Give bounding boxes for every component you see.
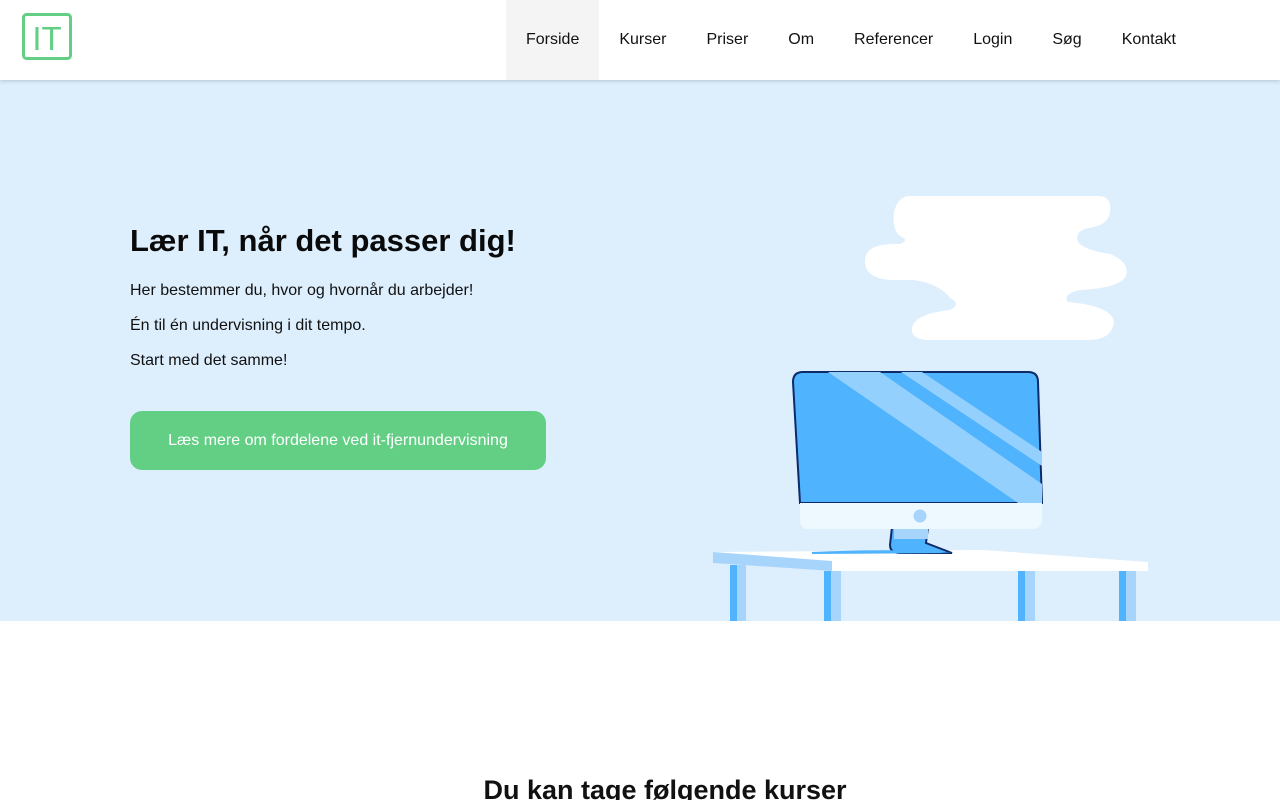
site-header: IT Forside Kurser Priser Om Referencer L… — [0, 0, 1280, 80]
nav-item-om[interactable]: Om — [768, 0, 834, 80]
desk-leg — [1025, 571, 1035, 621]
desk-leg — [831, 571, 841, 621]
nav-item-referencer[interactable]: Referencer — [834, 0, 953, 80]
nav-item-sog[interactable]: Søg — [1032, 0, 1101, 80]
hero-text-line: Start med det samme! — [130, 352, 288, 369]
courses-title: Du kan tage følgende kurser — [483, 775, 847, 800]
hero-text-line: Én til én undervisning i dit tempo. — [130, 317, 366, 334]
nav-item-kontakt[interactable]: Kontakt — [1102, 0, 1196, 80]
hero-section: Lær IT, når det passer dig! Her bestemme… — [0, 80, 1280, 621]
nav-label: Om — [788, 31, 815, 48]
nav-label: Login — [973, 31, 1013, 48]
read-more-button[interactable]: Læs mere om fordelene ved it-fjernunderv… — [130, 411, 546, 470]
nav-label: Priser — [706, 31, 749, 48]
main-nav: Forside Kurser Priser Om Referencer Logi… — [506, 0, 1196, 80]
cloud-shape — [864, 196, 1127, 340]
desktop-computer-on-desk-icon — [713, 196, 1148, 621]
desk-leg — [730, 565, 737, 621]
hero-title: Lær IT, når det passer dig! — [130, 223, 516, 258]
nav-item-kurser[interactable]: Kurser — [599, 0, 686, 80]
logo-text: IT — [32, 20, 61, 57]
nav-label: Referencer — [854, 31, 934, 48]
hero-text-line: Her bestemmer du, hvor og hvornår du arb… — [130, 282, 474, 299]
nav-item-priser[interactable]: Priser — [686, 0, 768, 80]
desk-leg — [1119, 571, 1126, 621]
nav-label: Forside — [526, 31, 580, 48]
monitor-button — [913, 509, 927, 523]
desk-leg — [737, 565, 746, 621]
desk-leg — [1018, 571, 1025, 621]
desk-leg — [1126, 571, 1136, 621]
nav-label: Kurser — [619, 31, 667, 48]
nav-label: Søg — [1052, 31, 1082, 48]
nav-item-forside[interactable]: Forside — [506, 0, 600, 80]
nav-item-login[interactable]: Login — [953, 0, 1032, 80]
read-more-label: Læs mere om fordelene ved it-fjernunderv… — [168, 431, 508, 449]
it-logo-icon[interactable]: IT — [22, 13, 72, 60]
desk-leg — [824, 571, 831, 621]
nav-label: Kontakt — [1121, 31, 1176, 48]
